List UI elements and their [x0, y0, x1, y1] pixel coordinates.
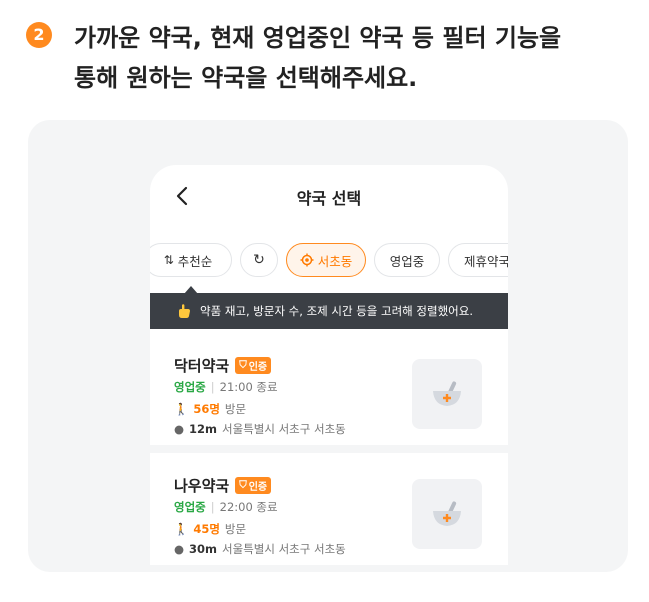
- step-text: 가까운 약국, 현재 영업중인 약국 등 필터 기능을 통해 원하는 약국을 선…: [74, 18, 634, 98]
- filter-sort-label: 추천순: [177, 253, 213, 269]
- refresh-icon: ↻: [253, 252, 265, 268]
- verified-badge: ⛉ 인증: [235, 477, 272, 494]
- filter-refresh-chip[interactable]: ↻: [240, 243, 278, 277]
- filter-location-label: 서초동: [317, 253, 353, 269]
- map-pin-icon: ●: [174, 542, 185, 556]
- pharmacy-thumbnail: [412, 359, 482, 429]
- filter-open-chip[interactable]: 영업중: [374, 243, 440, 277]
- visit-label: 방문: [224, 522, 247, 536]
- shield-icon: ⛉: [239, 360, 247, 371]
- phone-screen: 약국 선택 ⇅ 추천순 ↻ 서초동 영업중 제휴약국 약품 재고, 방문자 수,…: [150, 165, 508, 572]
- sort-icon: ⇅: [163, 253, 174, 267]
- nav-bar: 약국 선택: [150, 165, 508, 229]
- step-number-badge: 2: [26, 22, 52, 48]
- divider: |: [210, 500, 215, 514]
- distance: 30m: [189, 542, 218, 556]
- filter-sort-chip[interactable]: ⇅ 추천순: [150, 243, 232, 277]
- open-status: 영업중: [174, 380, 206, 394]
- filter-bar: ⇅ 추천순 ↻ 서초동 영업중 제휴약국: [150, 241, 508, 281]
- visits-row: 🚶 45명 방문: [174, 521, 246, 537]
- tooltip-text: 약품 재고, 방문자 수, 조제 시간 등을 고려해 정렬했어요.: [200, 304, 473, 318]
- walking-person-icon: 🚶: [174, 522, 189, 536]
- pharmacy-name: 닥터약국: [174, 357, 230, 375]
- closing-time: 22:00 종료: [219, 500, 278, 514]
- distance: 12m: [189, 422, 218, 436]
- divider: |: [210, 380, 215, 394]
- open-status: 영업중: [174, 500, 206, 514]
- pointing-hand-icon: [179, 304, 190, 318]
- address: 서울특별시 서초구 서초동: [222, 542, 346, 556]
- visit-count: 45명: [193, 522, 220, 536]
- mortar-pestle-icon: [433, 501, 461, 526]
- location-row: ● 12m 서울특별시 서초구 서초동: [174, 421, 346, 437]
- closing-time: 21:00 종료: [219, 380, 278, 394]
- map-pin-icon: ●: [174, 422, 185, 436]
- step-line-2: 통해 원하는 약국을 선택해주세요.: [74, 64, 418, 92]
- verified-badge-label: 인증: [248, 482, 268, 493]
- visits-row: 🚶 56명 방문: [174, 401, 246, 417]
- pharmacy-card[interactable]: 나우약국 ⛉ 인증 영업중 | 22:00 종료 🚶 45명 방문 ● 30m …: [150, 453, 508, 572]
- step-line-1: 가까운 약국, 현재 영업중인 약국 등 필터 기능을: [74, 24, 562, 52]
- shield-icon: ⛉: [239, 480, 247, 491]
- verified-badge-label: 인증: [248, 362, 268, 373]
- sort-tooltip: 약품 재고, 방문자 수, 조제 시간 등을 고려해 정렬했어요.: [150, 293, 508, 329]
- pharmacy-name-row: 나우약국 ⛉ 인증: [174, 475, 272, 496]
- filter-location-chip[interactable]: 서초동: [286, 243, 366, 277]
- filter-partner-label: 제휴약국: [463, 253, 508, 269]
- pharmacy-name: 나우약국: [174, 477, 230, 495]
- page-title: 약국 선택: [296, 189, 362, 208]
- visit-label: 방문: [224, 402, 247, 416]
- pharmacy-thumbnail: [412, 479, 482, 549]
- status-row: 영업중 | 22:00 종료: [174, 499, 278, 515]
- filter-open-label: 영업중: [389, 253, 425, 269]
- walking-person-icon: 🚶: [174, 402, 189, 416]
- status-row: 영업중 | 21:00 종료: [174, 379, 278, 395]
- visit-count: 56명: [193, 402, 220, 416]
- mortar-pestle-icon: [433, 381, 461, 406]
- pharmacy-card[interactable]: 닥터약국 ⛉ 인증 영업중 | 21:00 종료 🚶 56명 방문 ● 12m …: [150, 333, 508, 453]
- filter-partner-chip[interactable]: 제휴약국: [448, 243, 508, 277]
- location-target-icon: [300, 253, 314, 267]
- address: 서울특별시 서초구 서초동: [222, 422, 346, 436]
- location-row: ● 30m 서울특별시 서초구 서초동: [174, 541, 346, 557]
- pharmacy-name-row: 닥터약국 ⛉ 인증: [174, 355, 272, 376]
- verified-badge: ⛉ 인증: [235, 357, 272, 374]
